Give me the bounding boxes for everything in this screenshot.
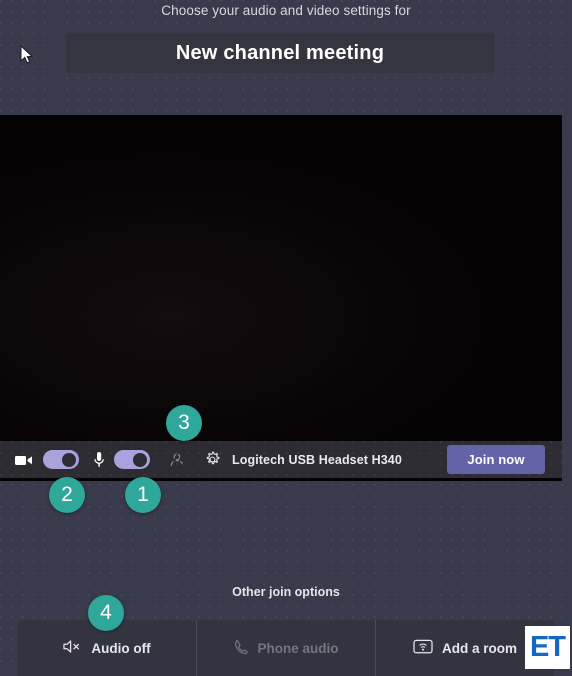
room-device-icon bbox=[413, 638, 433, 658]
join-option-label: Audio off bbox=[91, 640, 151, 656]
step-badge-4: 4 bbox=[88, 595, 124, 631]
speaker-muted-icon bbox=[63, 639, 82, 657]
et-watermark-text: ET bbox=[529, 631, 566, 663]
mouse-cursor-icon bbox=[20, 45, 34, 64]
et-watermark-logo: ET bbox=[525, 626, 570, 669]
microphone-toggle[interactable] bbox=[114, 450, 150, 469]
step-badge-2: 2 bbox=[49, 477, 85, 513]
join-option-phone-audio[interactable]: Phone audio bbox=[197, 620, 375, 676]
gear-icon[interactable] bbox=[204, 451, 221, 468]
video-preview[interactable] bbox=[0, 115, 562, 481]
phone-icon bbox=[234, 639, 249, 658]
join-option-label: Phone audio bbox=[257, 640, 339, 656]
camera-icon bbox=[14, 453, 34, 467]
step-badge-3: 3 bbox=[166, 405, 202, 441]
join-now-button[interactable]: Join now bbox=[447, 445, 545, 474]
meeting-title-banner: New channel meeting bbox=[66, 33, 494, 73]
join-option-label: Add a room bbox=[441, 640, 517, 656]
camera-toggle-knob bbox=[62, 452, 76, 467]
step-badge-1: 1 bbox=[125, 477, 161, 513]
other-join-options-heading: Other join options bbox=[232, 585, 340, 599]
prejoin-controls-bar: Logitech USB Headset H340 Join now bbox=[0, 441, 562, 478]
microphone-toggle-knob bbox=[133, 452, 147, 467]
camera-toggle[interactable] bbox=[43, 450, 79, 469]
microphone-icon bbox=[93, 451, 105, 469]
audio-device-name: Logitech USB Headset H340 bbox=[232, 452, 402, 467]
prejoin-prompt: Choose your audio and video settings for bbox=[161, 3, 411, 18]
video-feed-black bbox=[0, 115, 562, 481]
background-blur-icon[interactable] bbox=[168, 451, 186, 468]
meeting-prejoin-screen: Choose your audio and video settings for… bbox=[0, 0, 572, 676]
page-title: New channel meeting bbox=[175, 41, 385, 64]
